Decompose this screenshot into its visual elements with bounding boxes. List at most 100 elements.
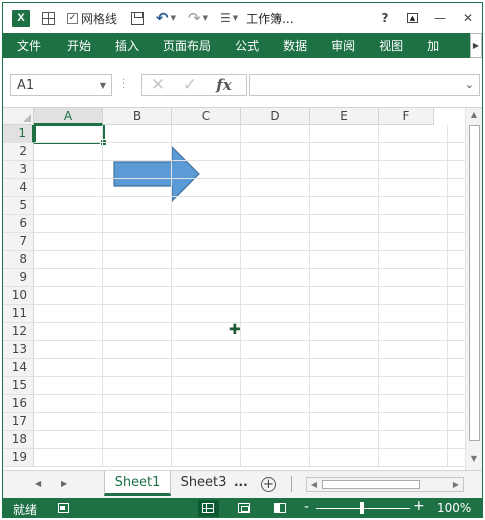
formula-input[interactable]: ⌄ [249, 74, 480, 96]
grid-column-line [378, 125, 379, 467]
prev-sheet-icon[interactable]: ◀ [35, 479, 41, 488]
grid-column-line [309, 125, 310, 467]
column-header-c[interactable]: C [172, 108, 241, 125]
name-box[interactable]: A1 ▼ [10, 74, 112, 96]
customize-toolbar-icon[interactable]: ☰ [220, 12, 231, 24]
add-sheet-button[interactable]: + [261, 477, 276, 492]
grid-row-line [34, 304, 465, 305]
tab-data[interactable]: 数据 [271, 33, 319, 58]
row-header-13[interactable]: 13 [3, 341, 34, 359]
row-header-15[interactable]: 15 [3, 377, 34, 395]
row-header-9[interactable]: 9 [3, 269, 34, 287]
row-header-17[interactable]: 17 [3, 413, 34, 431]
tab-separator[interactable] [291, 476, 292, 492]
name-box-value: A1 [17, 77, 35, 93]
right-arrow-shape[interactable] [113, 146, 203, 206]
zoom-in-button[interactable]: + [413, 498, 425, 514]
help-button[interactable]: ? [371, 11, 399, 25]
redo-icon[interactable]: ↷ [188, 9, 201, 27]
grid-row-line [34, 376, 465, 377]
gridlines-checkbox[interactable]: ✓ 网格线 [67, 10, 117, 27]
sheet-tab-sheet3[interactable]: Sheet3 [176, 471, 231, 496]
excel-window: X ✓ 网格线 ↶ ▼ ↷ ▼ ☰ ▼ 工作簿... ? ▲ — ✕ 文件 开始… [2, 2, 483, 518]
undo-icon[interactable]: ↶ [156, 9, 169, 27]
page-layout-view-button[interactable] [234, 500, 255, 517]
row-header-6[interactable]: 6 [3, 215, 34, 233]
tab-page-layout[interactable]: 页面布局 [151, 33, 223, 58]
minimize-button[interactable]: — [426, 11, 454, 25]
scroll-up-icon[interactable]: ▲ [466, 110, 482, 124]
row-header-5[interactable]: 5 [3, 197, 34, 215]
row-header-3[interactable]: 3 [3, 161, 34, 179]
grid-row-line [34, 178, 465, 179]
next-sheet-icon[interactable]: ▶ [61, 479, 67, 488]
active-cell-a1[interactable] [34, 124, 107, 146]
table-grid-icon[interactable] [42, 11, 55, 25]
column-header-a[interactable]: A [34, 108, 103, 125]
scroll-left-icon[interactable]: ◀ [307, 478, 321, 491]
column-header-b[interactable]: B [103, 108, 172, 125]
redo-dropdown-icon[interactable]: ▼ [203, 14, 208, 22]
grid-column-line [102, 125, 103, 467]
scroll-down-icon[interactable]: ▼ [466, 454, 482, 468]
more-sheets-button[interactable]: ... [234, 475, 248, 489]
row-header-12[interactable]: 12 [3, 323, 34, 341]
vertical-scrollbar[interactable]: ▲ ▼ [465, 108, 482, 470]
row-header-19[interactable]: 19 [3, 449, 34, 467]
row-header-10[interactable]: 10 [3, 287, 34, 305]
right-arrow-polygon[interactable] [113, 146, 200, 203]
grid-row-line [34, 250, 465, 251]
macro-recording-icon[interactable] [58, 503, 69, 513]
tab-home[interactable]: 开始 [55, 33, 103, 58]
save-icon[interactable] [131, 11, 145, 25]
page-break-preview-button[interactable] [270, 500, 291, 517]
formula-bar-grip-icon[interactable]: · · · [122, 76, 125, 94]
zoom-out-button[interactable]: - [304, 499, 309, 515]
ribbon-scroll-right-icon[interactable]: ▶ [470, 33, 482, 58]
grid-row-line [34, 340, 465, 341]
undo-dropdown-icon[interactable]: ▼ [171, 14, 176, 22]
select-all-corner[interactable] [3, 108, 34, 125]
row-header-14[interactable]: 14 [3, 359, 34, 377]
tab-formulas[interactable]: 公式 [223, 33, 271, 58]
row-header-16[interactable]: 16 [3, 395, 34, 413]
row-header-18[interactable]: 18 [3, 431, 34, 449]
name-box-dropdown-icon[interactable]: ▼ [100, 81, 106, 90]
grid-row-line [34, 430, 465, 431]
tab-review[interactable]: 审阅 [319, 33, 367, 58]
expand-formula-bar-icon[interactable]: ⌄ [465, 78, 474, 91]
enter-check-icon[interactable]: ✓ [174, 75, 206, 95]
row-header-8[interactable]: 8 [3, 251, 34, 269]
spreadsheet-grid[interactable]: ✚ ▲ ▼ A B C D E F 1 2 3 4 5 6 7 8 9 10 11 12 13 14 15 16 17 18 1… [3, 108, 482, 470]
excel-logo-icon[interactable]: X [12, 9, 30, 27]
tab-insert[interactable]: 插入 [103, 33, 151, 58]
normal-view-button[interactable] [198, 500, 219, 517]
scroll-right-icon[interactable]: ▶ [449, 478, 463, 491]
tab-view[interactable]: 视图 [367, 33, 415, 58]
grid-column-line [240, 125, 241, 467]
sheet-tab-sheet1[interactable]: Sheet1 [104, 471, 171, 496]
customize-dropdown-icon[interactable]: ▼ [233, 14, 238, 22]
checkmark-icon[interactable]: ✓ [67, 12, 78, 24]
grid-row-line [34, 232, 465, 233]
column-header-e[interactable]: E [310, 108, 379, 125]
horizontal-scrollbar[interactable]: ◀ ▶ [306, 477, 464, 492]
zoom-level[interactable]: 100% [437, 501, 471, 515]
grid-row-line [34, 358, 465, 359]
cancel-entry-icon[interactable]: ✕ [142, 75, 174, 95]
row-header-4[interactable]: 4 [3, 179, 34, 197]
row-header-7[interactable]: 7 [3, 233, 34, 251]
ribbon-display-options-icon[interactable]: ▲ [407, 13, 418, 23]
zoom-slider-thumb[interactable] [360, 502, 364, 514]
tab-file[interactable]: 文件 [3, 33, 56, 58]
insert-function-button[interactable]: fx [206, 76, 242, 94]
row-header-1[interactable]: 1 [3, 125, 34, 143]
tab-addins[interactable]: 加 [415, 33, 451, 58]
row-header-2[interactable]: 2 [3, 143, 34, 161]
column-header-d[interactable]: D [241, 108, 310, 125]
row-header-11[interactable]: 11 [3, 305, 34, 323]
vertical-scroll-thumb[interactable] [469, 125, 480, 441]
close-button[interactable]: ✕ [454, 11, 482, 25]
column-header-f[interactable]: F [379, 108, 434, 125]
horizontal-scroll-thumb[interactable] [322, 480, 420, 489]
